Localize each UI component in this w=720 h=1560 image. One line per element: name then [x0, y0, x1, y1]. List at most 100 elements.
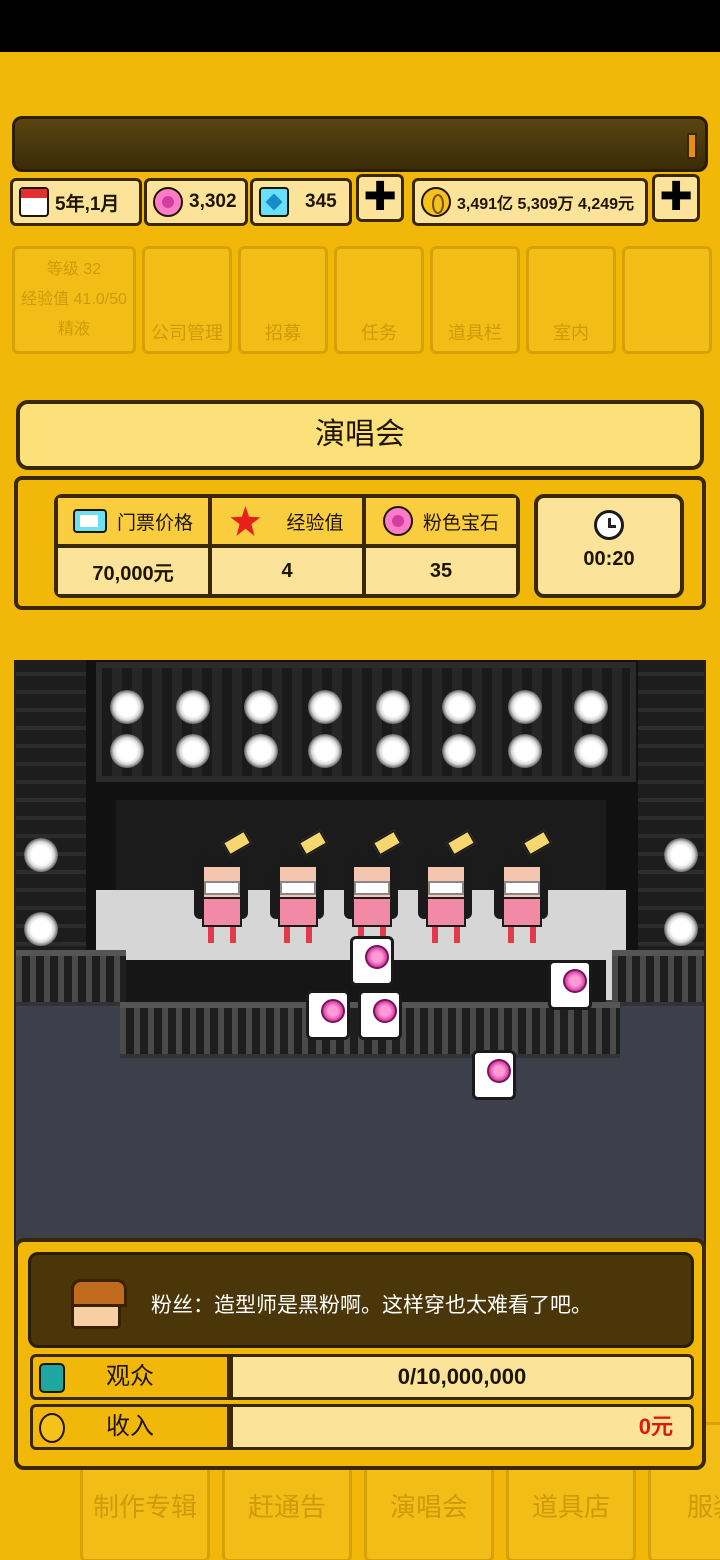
- essence-label: 精液: [57, 321, 90, 338]
- stage-light: [244, 734, 278, 768]
- coin-icon: [39, 1413, 65, 1443]
- level-tile: 等级 32 经验值 41.0/50 精液: [12, 246, 136, 354]
- income-label-cell: 收入: [30, 1404, 230, 1450]
- exp-value: 41.0/50: [73, 291, 127, 308]
- ticket-price-header: 门票价格: [58, 498, 208, 544]
- top-bar: [12, 116, 708, 172]
- lighting-truss: [96, 662, 636, 782]
- nav-label: 服装: [686, 1492, 720, 1522]
- audience-row: 观众 0/10,000,000: [30, 1354, 694, 1400]
- ticket-icon: [72, 509, 107, 533]
- pink-gem-drop[interactable]: [548, 960, 592, 1010]
- idol-member: [338, 829, 404, 945]
- pink-gem-drop[interactable]: [350, 936, 394, 986]
- idol-member: [188, 829, 254, 945]
- nav-label: 道具店: [531, 1492, 610, 1522]
- pink-gem-drop[interactable]: [306, 990, 350, 1040]
- barrier-right: [612, 950, 704, 1006]
- game-screen: 等级 32 经验值 41.0/50 精液 公司管理 招募 任务 道具栏 室内 制…: [0, 52, 720, 1560]
- concert-stats: 门票价格 经验值 粉色宝石 70,000元 4 35 00:20: [14, 476, 706, 610]
- pink-gem-count: 3,302: [189, 191, 237, 212]
- level-value: 32: [83, 261, 102, 278]
- stage-light: [442, 690, 476, 724]
- stage-light: [308, 734, 342, 768]
- timer-text: 00:20: [583, 548, 635, 570]
- exp-value: 4: [212, 548, 362, 594]
- coin-icon: [421, 187, 451, 217]
- exp-label: 经验值: [21, 291, 70, 308]
- exp-label: 经验值: [286, 512, 344, 534]
- idol-member: [488, 829, 554, 945]
- stage-light: [244, 690, 278, 724]
- audience-icon: [39, 1363, 65, 1393]
- plus-icon: ✚: [363, 175, 397, 219]
- money-counter: 3,491亿 5,309万 4,249元: [412, 178, 648, 226]
- add-diamonds-button[interactable]: ✚: [356, 174, 404, 222]
- diamond-count: 345: [305, 191, 337, 212]
- barrier-left: [16, 950, 126, 1006]
- stage-light: [376, 734, 410, 768]
- tab-interior[interactable]: 室内: [526, 246, 616, 354]
- stage-light: [110, 690, 144, 724]
- fan-comment: 粉丝：造型师是黑粉啊。这样穿也太难看了吧。: [28, 1252, 694, 1348]
- idol-member: [264, 829, 330, 945]
- stage-light: [376, 690, 410, 724]
- nav-label: 赶通告: [247, 1492, 326, 1522]
- tab-label: 室内: [553, 323, 589, 343]
- pink-gem-icon: [153, 187, 183, 217]
- nav-label: 制作专辑: [92, 1492, 197, 1522]
- tab-recruit[interactable]: 招募: [238, 246, 328, 354]
- nav-label: 演唱会: [389, 1492, 468, 1522]
- stage-light: [24, 912, 58, 946]
- stage-light: [176, 690, 210, 724]
- pink-gem-counter: 3,302: [144, 178, 248, 226]
- plus-icon: ✚: [659, 175, 693, 219]
- panel-title: 演唱会: [16, 400, 704, 470]
- clock-icon: [594, 510, 624, 540]
- add-money-button[interactable]: ✚: [652, 174, 700, 222]
- gem-header: 粉色宝石: [366, 498, 516, 544]
- tab-items[interactable]: 道具栏: [430, 246, 520, 354]
- tab-label: 任务: [361, 323, 397, 343]
- tab-company[interactable]: 公司管理: [142, 246, 232, 354]
- money-amount: 3,491亿 5,309万 4,249元: [457, 196, 635, 213]
- idol-member: [412, 829, 478, 945]
- stage-light: [308, 690, 342, 724]
- concert-info: 粉丝：造型师是黑粉啊。这样穿也太难看了吧。 观众 0/10,000,000 收入…: [14, 1238, 706, 1470]
- notification-marker: [687, 133, 697, 159]
- fan-avatar: [71, 1279, 127, 1329]
- tab-label: 招募: [265, 323, 301, 343]
- fan-message: 粉丝：造型师是黑粉啊。这样穿也太难看了吧。: [151, 1294, 592, 1317]
- stage-light: [508, 734, 542, 768]
- tab-mission[interactable]: 任务: [334, 246, 424, 354]
- stage-light: [574, 734, 608, 768]
- stage-light: [508, 690, 542, 724]
- background-menu: 等级 32 经验值 41.0/50 精液 公司管理 招募 任务 道具栏 室内: [12, 246, 712, 356]
- exp-header: 经验值: [212, 498, 362, 544]
- audience-count: 0/10,000,000: [230, 1354, 694, 1400]
- stage-light: [176, 734, 210, 768]
- stage-light: [574, 690, 608, 724]
- ticket-price-label: 门票价格: [116, 512, 193, 534]
- pink-gem-drop[interactable]: [472, 1050, 516, 1100]
- date-text: 5年,1月: [55, 193, 120, 215]
- tab-wardrobe[interactable]: [622, 246, 712, 354]
- stage-light: [110, 734, 144, 768]
- calendar-icon: [19, 187, 49, 217]
- reward-table: 门票价格 经验值 粉色宝石 70,000元 4 35: [54, 494, 520, 598]
- star-icon: [230, 506, 261, 536]
- pink-gem-drop[interactable]: [358, 990, 402, 1040]
- concert-stage: [14, 660, 706, 1250]
- gem-value: 35: [366, 548, 516, 594]
- income-amount: 0元: [230, 1404, 694, 1450]
- income-row: 收入 0元: [30, 1404, 694, 1450]
- diamond-icon: [259, 187, 289, 217]
- audience-label: 观众: [106, 1363, 154, 1390]
- resource-bar: 5年,1月 3,302 345 ✚ 3,491亿 5,309万 4,249元 ✚: [10, 174, 710, 230]
- concert-panel: 演唱会 门票价格 经验值 粉色宝石 70,000元 4 35 00:20 粉丝：…: [14, 400, 706, 1470]
- stage-light: [442, 734, 476, 768]
- audience-label-cell: 观众: [30, 1354, 230, 1400]
- stage-light: [24, 838, 58, 872]
- stage-light: [664, 838, 698, 872]
- concert-timer: 00:20: [534, 494, 684, 598]
